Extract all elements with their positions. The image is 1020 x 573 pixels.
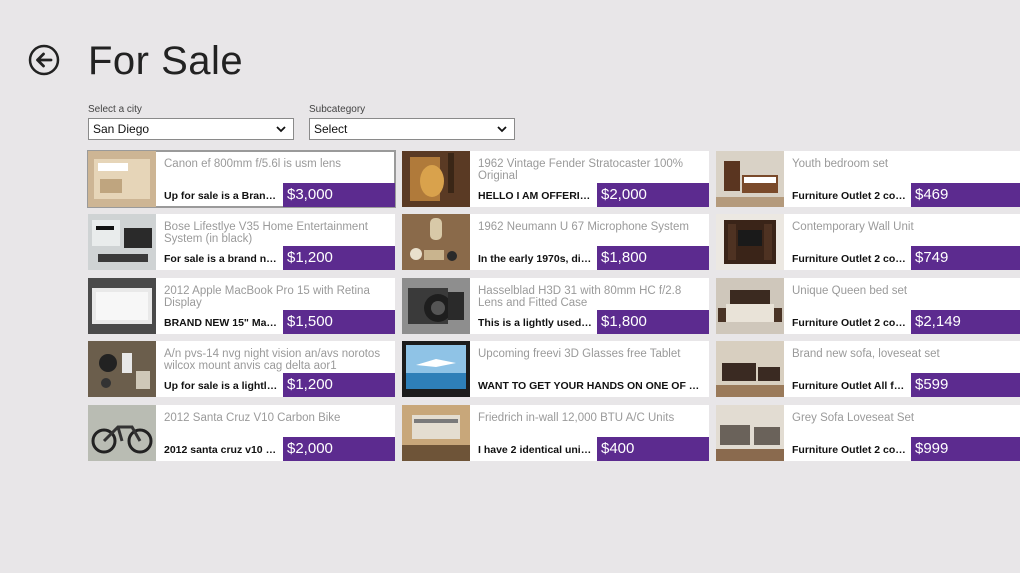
listing-title: Youth bedroom set <box>792 158 889 170</box>
listing-tile[interactable]: Bose Lifestlye V35 Home Entertainment Sy… <box>88 214 395 270</box>
listing-title: Friedrich in-wall 12,000 BTU A/C Units <box>478 412 675 424</box>
listing-thumbnail <box>716 341 784 397</box>
listing-title: Bose Lifestlye V35 Home Entertainment Sy… <box>164 221 368 245</box>
listing-tile[interactable]: Unique Queen bed set Furniture Outlet 2 … <box>716 278 1020 334</box>
listing-title: A/n pvs-14 nvg night vision an/avs norot… <box>164 348 381 372</box>
listing-description: Furniture Outlet 2 contemporary <box>792 190 907 202</box>
listing-title: Canon ef 800mm f/5.6l is usm lens <box>164 158 342 170</box>
listing-tile[interactable]: Contemporary Wall Unit Furniture Outlet … <box>716 214 1020 270</box>
listing-price: $999 <box>911 437 1020 461</box>
listing-tile[interactable]: Hasselblad H3D 31 with 80mm HC f/2.8 Len… <box>402 278 709 334</box>
listing-description: BRAND NEW 15" MacBook Pro <box>164 317 279 329</box>
listing-title: Upcoming freevi 3D Glasses free Tablet <box>478 348 681 360</box>
listing-tile[interactable]: 1962 Vintage Fender Stratocaster 100% Or… <box>402 151 709 207</box>
listing-tile[interactable]: Youth bedroom set Furniture Outlet 2 con… <box>716 151 1020 207</box>
listing-thumbnail <box>402 341 470 397</box>
subcategory-label: Subcategory <box>309 104 366 115</box>
listing-description: This is a lightly used camera <box>478 317 593 329</box>
listing-thumbnail <box>402 405 470 461</box>
listing-description: Furniture Outlet 2 contemporary <box>792 317 907 329</box>
listing-price: $1,200 <box>283 373 395 397</box>
listing-tile[interactable]: Brand new sofa, loveseat set Furniture O… <box>716 341 1020 397</box>
listing-thumbnail <box>402 278 470 334</box>
listing-price: $1,800 <box>597 246 709 270</box>
listing-price: $469 <box>911 183 1020 207</box>
listing-description: Furniture Outlet 2 contemporary <box>792 444 907 456</box>
listing-price: $2,000 <box>597 183 709 207</box>
listing-title: Contemporary Wall Unit <box>792 221 914 233</box>
listing-description: WANT TO GET YOUR HANDS ON ONE OF THE FIR… <box>478 380 703 392</box>
listing-description: I have 2 identical units for sale <box>478 444 593 456</box>
listing-title: 1962 Vintage Fender Stratocaster 100% Or… <box>478 158 684 182</box>
listing-price: $2,000 <box>283 437 395 461</box>
listing-description: Up for sale is a Brand-new Canon EF 800m… <box>164 190 279 202</box>
listing-title: Hasselblad H3D 31 with 80mm HC f/2.8 Len… <box>478 285 682 309</box>
listing-tile[interactable]: Upcoming freevi 3D Glasses free Tablet W… <box>402 341 709 397</box>
listing-price: $1,200 <box>283 246 395 270</box>
listing-tile[interactable]: A/n pvs-14 nvg night vision an/avs norot… <box>88 341 395 397</box>
listing-price: $599 <box>911 373 1020 397</box>
subcategory-select[interactable]: Select <box>309 118 515 140</box>
listing-title: Brand new sofa, loveseat set <box>792 348 940 360</box>
listing-thumbnail <box>402 214 470 270</box>
city-select-value: San Diego <box>93 122 150 136</box>
chevron-down-icon <box>497 126 507 133</box>
listing-thumbnail <box>88 214 156 270</box>
listing-tile[interactable]: Canon ef 800mm f/5.6l is usm lens Up for… <box>87 150 396 208</box>
listing-description: Up for sale is a lightly used set <box>164 380 279 392</box>
listing-price: $400 <box>597 437 709 461</box>
listing-price: $2,149 <box>911 310 1020 334</box>
listing-thumbnail <box>88 405 156 461</box>
listing-price: $749 <box>911 246 1020 270</box>
listing-title: Grey Sofa Loveseat Set <box>792 412 915 424</box>
listing-thumbnail <box>88 151 156 207</box>
listing-thumbnail <box>88 278 156 334</box>
back-button[interactable] <box>28 44 60 76</box>
listing-title: Unique Queen bed set <box>792 285 908 297</box>
listing-tile[interactable]: 1962 Neumann U 67 Microphone System In t… <box>402 214 709 270</box>
back-arrow-icon <box>28 44 60 76</box>
listing-price: $3,000 <box>283 183 395 207</box>
listing-thumbnail <box>716 151 784 207</box>
listing-tile[interactable]: Friedrich in-wall 12,000 BTU A/C Units I… <box>402 405 709 461</box>
listing-tile[interactable]: 2012 Apple MacBook Pro 15 with Retina Di… <box>88 278 395 334</box>
listing-thumbnail <box>716 214 784 270</box>
listing-thumbnail <box>716 405 784 461</box>
listing-price: $1,800 <box>597 310 709 334</box>
city-filter: Select a city San Diego <box>88 104 294 140</box>
listing-tile[interactable]: Grey Sofa Loveseat Set Furniture Outlet … <box>716 405 1020 461</box>
city-label: Select a city <box>88 104 142 115</box>
listing-description: Furniture Outlet All furniture <box>792 380 907 392</box>
listing-description: Furniture Outlet 2 contemporary <box>792 253 907 265</box>
listing-description: For sale is a brand new Bose system <box>164 253 279 265</box>
city-select[interactable]: San Diego <box>88 118 294 140</box>
listing-price: $1,500 <box>283 310 395 334</box>
listing-title: 2012 Apple MacBook Pro 15 with Retina Di… <box>164 285 370 309</box>
listing-description: HELLO I AM OFFERING FOR SALE <box>478 190 593 202</box>
listing-thumbnail <box>402 151 470 207</box>
subcategory-select-value: Select <box>314 122 348 136</box>
listing-description: In the early 1970s, dick and <box>478 253 593 265</box>
subcategory-filter: Subcategory Select <box>309 104 515 140</box>
listing-title: 2012 Santa Cruz V10 Carbon Bike <box>164 412 341 424</box>
listing-title: 1962 Neumann U 67 Microphone System <box>478 221 689 233</box>
listing-tile[interactable]: 2012 Santa Cruz V10 Carbon Bike 2012 san… <box>88 405 395 461</box>
page-title: For Sale <box>88 39 244 83</box>
chevron-down-icon <box>276 126 286 133</box>
listing-thumbnail <box>88 341 156 397</box>
listing-description: 2012 santa cruz v10 carbon <box>164 444 279 456</box>
listing-thumbnail <box>716 278 784 334</box>
